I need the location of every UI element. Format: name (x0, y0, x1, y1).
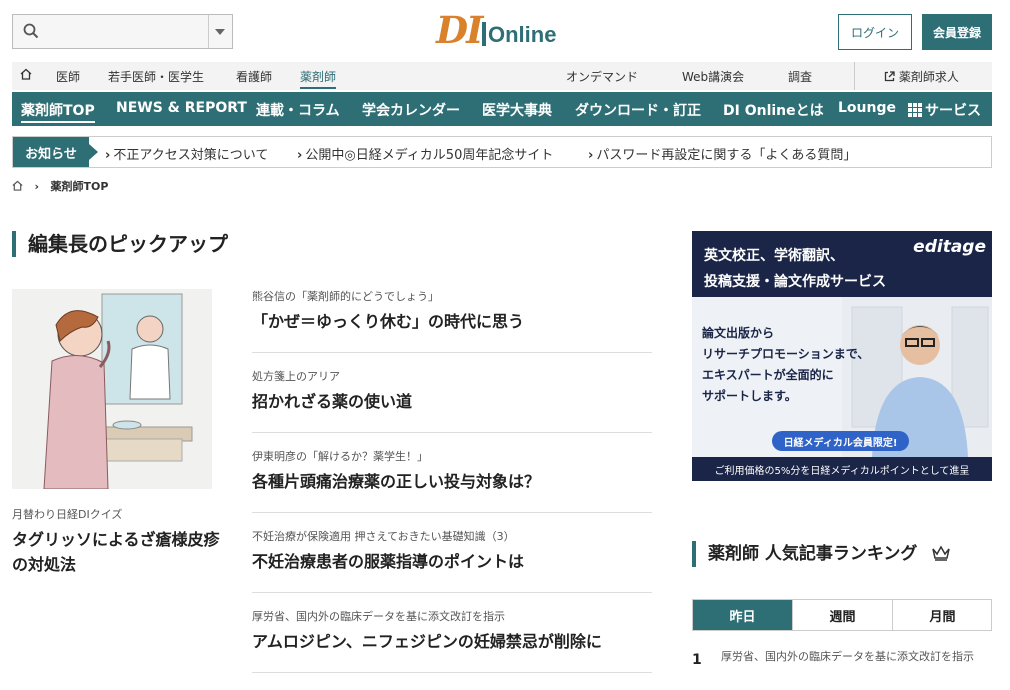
chevron-right-icon: › (588, 148, 594, 163)
tab-weekly[interactable]: 週間 (792, 600, 892, 630)
nav-medical-dictionary[interactable]: 医学大事典 (482, 100, 552, 120)
search-box[interactable] (12, 14, 233, 49)
subnav-job-link[interactable]: 薬剤師求人 (884, 68, 959, 85)
logo-bar (482, 22, 486, 46)
ad-body: 論文出版から リサーチプロモーションまで、 エキスパートが全面的に サポートしま… (702, 323, 869, 407)
ad-footer: ご利用価格の5%分を日経メディカルポイントとして進呈 (692, 457, 992, 481)
nav-conference-calendar[interactable]: 学会カレンダー (362, 100, 460, 120)
notice-link-anniversary[interactable]: › 公開中◎日経メディカル50周年記念サイト (297, 144, 553, 163)
nav-pharmacist-top[interactable]: 薬剤師TOP (21, 100, 95, 123)
chevron-right-icon: › (105, 148, 111, 163)
ranking-tabs: 昨日 週間 月間 (692, 599, 992, 631)
section-heading-ranking: 薬剤師 人気記事ランキング (692, 541, 951, 567)
ad-brand-logo: editage (913, 237, 986, 257)
subnav-item-doctor[interactable]: 医師 (56, 68, 80, 85)
nav-about-di-online[interactable]: DI Onlineとは (723, 100, 824, 120)
nav-service-label: サービス (925, 103, 981, 119)
list-item[interactable]: 熊谷信の「薬剤師的にどうでしょう」 「かぜ＝ゆっくり休む」の時代に思う (252, 290, 652, 353)
chevron-down-icon[interactable] (215, 29, 225, 35)
subnav-item-pharmacist[interactable]: 薬剤師 (300, 68, 337, 89)
article-category: 伊東明彦の「解けるか？薬学生！」 (252, 450, 428, 463)
list-item[interactable]: 伊東明彦の「解けるか？薬学生！」 各種片頭痛治療薬の正しい投与対象は？ (252, 450, 652, 513)
crown-icon (932, 545, 951, 561)
ranking-number: 1 (692, 652, 702, 668)
feature-title[interactable]: タグリッソによるざ瘡様皮疹の対処法 (12, 527, 227, 577)
nav-news-report[interactable]: NEWS & REPORT (116, 100, 247, 116)
notice-label: お知らせ (13, 137, 98, 167)
logo-di: DI (436, 8, 483, 52)
search-divider (208, 15, 209, 48)
article-title[interactable]: 不妊治療患者の服薬指導のポイントは (252, 551, 652, 572)
breadcrumb: › 薬剤師TOP (12, 178, 109, 193)
article-category: 熊谷信の「薬剤師的にどうでしょう」 (252, 290, 439, 303)
site-logo[interactable]: DI Online (436, 10, 576, 50)
article-title[interactable]: 「かぜ＝ゆっくり休む」の時代に思う (252, 311, 652, 332)
subnav-item-survey[interactable]: 調査 (788, 68, 812, 85)
nav-download-correction[interactable]: ダウンロード・訂正 (575, 100, 701, 120)
main-nav: 薬剤師TOP NEWS & REPORT 連載・コラム 学会カレンダー 医学大事… (12, 92, 992, 126)
article-category: 不妊治療が保険適用 押さえておきたい基礎知識（3） (252, 530, 515, 543)
ad-line1: 英文校正、学術翻訳、 (704, 248, 844, 264)
ad-body-line: リサーチプロモーションまで、 (702, 347, 870, 361)
article-category: 厚労省、国内外の臨床データを基に添文改訂を指示 (252, 610, 505, 623)
subnav-divider (854, 62, 855, 90)
section-heading-pickup: 編集長のピックアップ (12, 231, 228, 257)
tab-yesterday[interactable]: 昨日 (693, 600, 792, 630)
register-button[interactable]: 会員登録 (922, 14, 992, 50)
ad-body-line: 論文出版から (702, 326, 775, 340)
list-item[interactable]: 厚労省、国内外の臨床データを基に添文改訂を指示 アムロジピン、ニフェジピンの妊婦… (252, 610, 652, 673)
article-title[interactable]: 各種片頭痛治療薬の正しい投与対象は？ (252, 471, 652, 492)
article-title[interactable]: 招かれざる薬の使い道 (252, 391, 652, 412)
nav-series-column[interactable]: 連載・コラム (256, 100, 340, 120)
article-title[interactable]: アムロジピン、ニフェジピンの妊婦禁忌が削除に (252, 631, 652, 652)
ad-body-line: エキスパートが全面的に (702, 368, 834, 382)
external-link-icon (884, 71, 895, 82)
notice-link-text: 公開中◎日経メディカル50周年記念サイト (305, 148, 554, 163)
ad-body-line: サポートします。 (702, 389, 797, 403)
ranking-text[interactable]: 厚労省、国内外の臨床データを基に添文改訂を指示 (721, 648, 989, 665)
notice-bar: お知らせ › 不正アクセス対策について › 公開中◎日経メディカル50周年記念サイト… (12, 136, 992, 168)
chevron-right-icon: › (34, 180, 40, 193)
grid-icon (908, 103, 922, 117)
sub-nav: 医師 若手医師・医学生 看護師 薬剤師 オンデマンド Web講演会 調査 薬剤師… (12, 62, 992, 90)
notice-link-text: パスワード再設定に関する「よくある質問」 (596, 148, 857, 163)
tab-monthly[interactable]: 月間 (892, 600, 992, 630)
login-button[interactable]: ログイン (838, 14, 912, 50)
feature-category: 月替わり日経DIクイズ (12, 508, 123, 521)
home-icon[interactable] (12, 180, 23, 191)
ad-header: 英文校正、学術翻訳、 投稿支援・論文作成サービス editage (692, 231, 992, 297)
ad-banner[interactable]: 英文校正、学術翻訳、 投稿支援・論文作成サービス editage 論文出版から … (692, 231, 992, 481)
home-icon[interactable] (20, 68, 32, 83)
nav-service[interactable]: サービス (908, 100, 981, 120)
subnav-item-nurse[interactable]: 看護師 (236, 68, 272, 85)
subnav-job-label: 薬剤師求人 (898, 70, 959, 84)
list-item[interactable]: 処方箋上のアリア 招かれざる薬の使い道 (252, 370, 652, 433)
logo-online: Online (488, 22, 557, 47)
subnav-item-young-doctor[interactable]: 若手医師・医学生 (108, 68, 204, 85)
list-item[interactable]: 不妊治療が保険適用 押さえておきたい基礎知識（3） 不妊治療患者の服薬指導のポイ… (252, 530, 652, 593)
search-icon (23, 23, 39, 43)
subnav-item-web-lecture[interactable]: Web講演会 (682, 68, 744, 85)
breadcrumb-current: 薬剤師TOP (50, 180, 109, 193)
ad-member-badge: 日経メディカル会員限定! (772, 431, 909, 451)
notice-link-security[interactable]: › 不正アクセス対策について (105, 144, 268, 163)
notice-link-text: 不正アクセス対策について (113, 148, 269, 163)
ranking-title: 薬剤師 人気記事ランキング (708, 544, 918, 564)
subnav-item-ondemand[interactable]: オンデマンド (566, 68, 638, 85)
chevron-right-icon: › (297, 148, 303, 163)
feature-illustration[interactable] (12, 289, 212, 489)
ad-line2: 投稿支援・論文作成サービス (704, 274, 886, 290)
nav-lounge[interactable]: Lounge (838, 100, 896, 116)
article-category: 処方箋上のアリア (252, 370, 340, 383)
notice-link-password-faq[interactable]: › パスワード再設定に関する「よくある質問」 (588, 144, 856, 163)
